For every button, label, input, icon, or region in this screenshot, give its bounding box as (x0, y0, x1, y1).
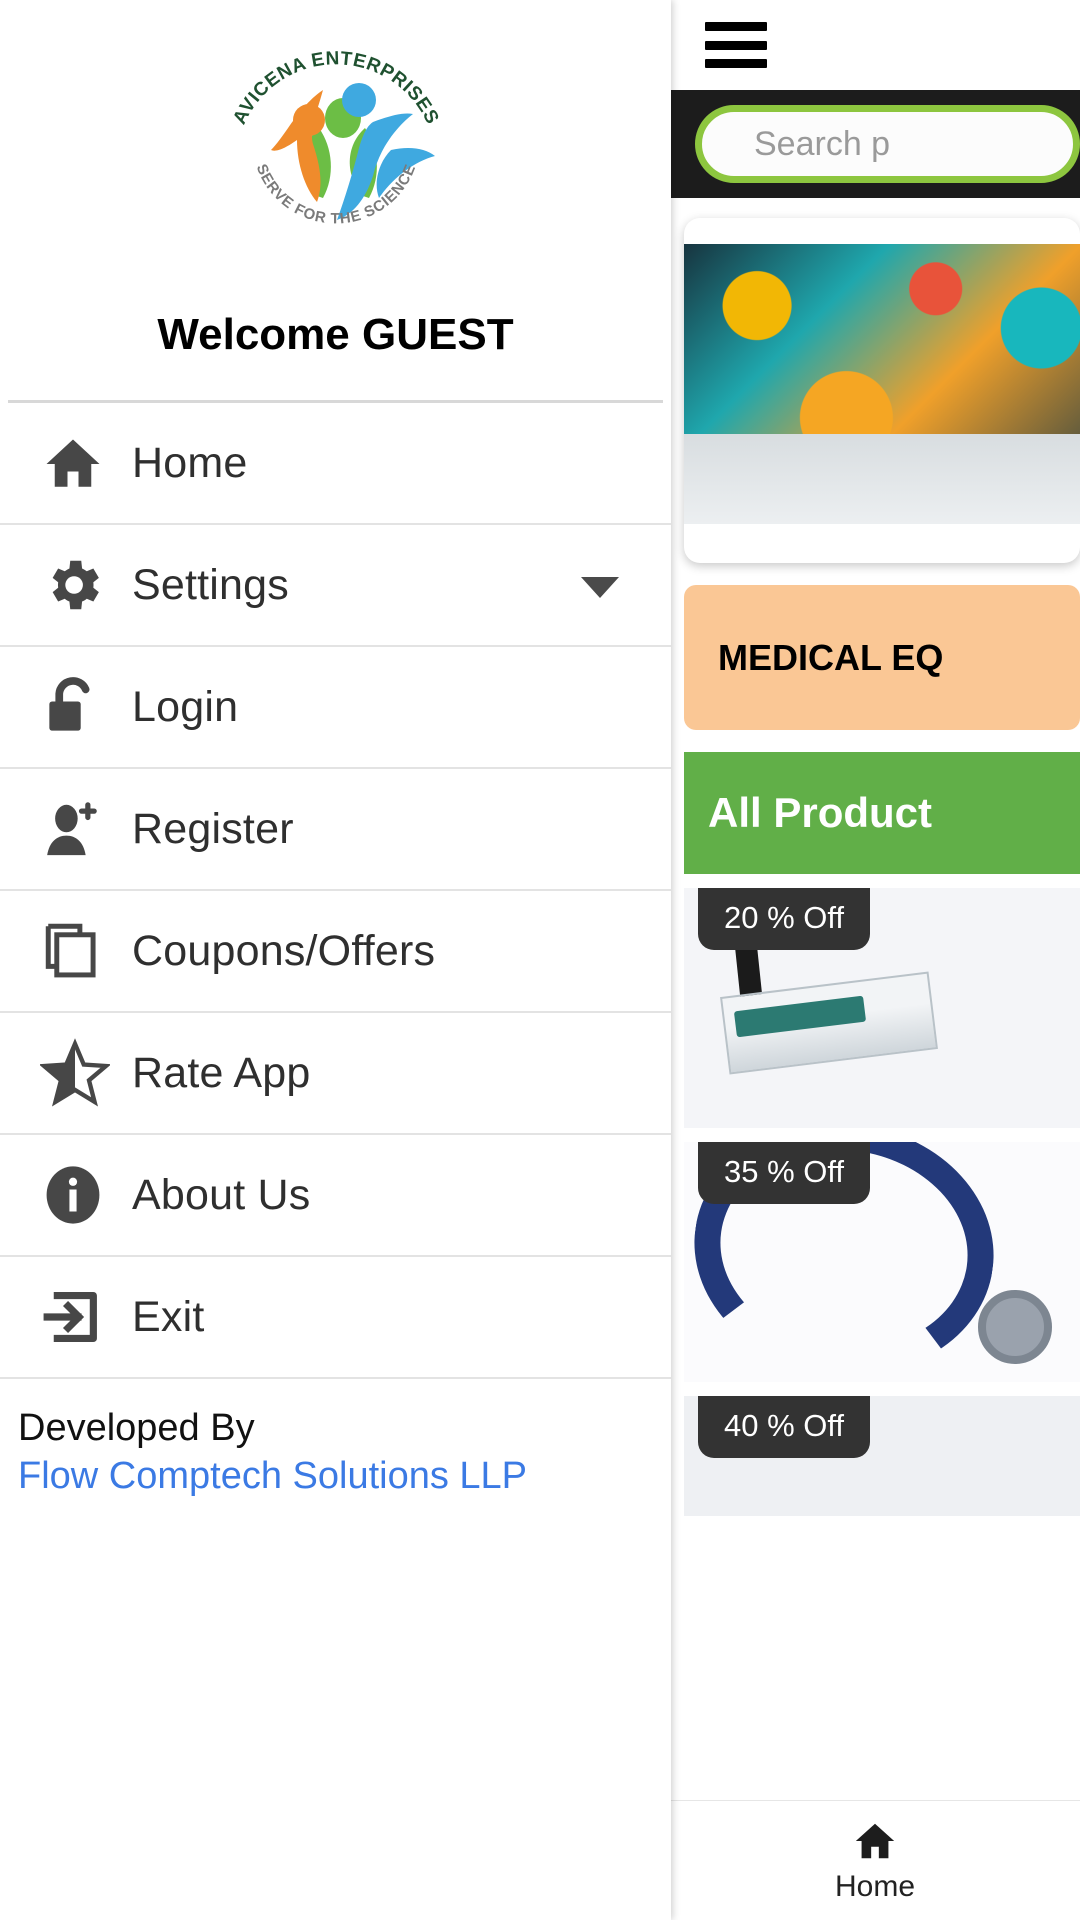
bottom-nav-item-home[interactable]: Home (835, 1818, 915, 1904)
top-bar (670, 0, 1080, 90)
sidebar-item-label: Login (132, 682, 239, 731)
welcome-greeting: Welcome GUEST (157, 310, 514, 359)
chevron-down-icon[interactable] (581, 577, 619, 598)
developer-company-link[interactable]: Flow Comptech Solutions LLP (18, 1453, 671, 1501)
sidebar-item-label: Rate App (132, 1048, 311, 1097)
sidebar-item-label: Home (132, 438, 248, 487)
product-card[interactable]: 35 % Off (684, 1142, 1080, 1382)
developed-by-label: Developed By (18, 1407, 255, 1449)
sidebar-item-login[interactable]: Login (0, 647, 671, 769)
sidebar-item-label: Coupons/Offers (132, 926, 436, 975)
bottom-navigation-bar: Home (670, 1800, 1080, 1920)
drawer-menu: Home Settings Login Register Coupons/Off… (0, 403, 671, 1379)
exit-arrow-icon (43, 1291, 97, 1343)
sidebar-item-exit[interactable]: Exit (0, 1257, 671, 1379)
app-logo: AVICENA ENTERPRISES SERVE FOR THE SCIENC… (0, 0, 671, 268)
carousel-banner-image (684, 244, 1080, 524)
navigation-drawer: AVICENA ENTERPRISES SERVE FOR THE SCIENC… (0, 0, 671, 1920)
promo-carousel-card[interactable] (684, 218, 1080, 563)
developer-credit: Developed By Flow Comptech Solutions LLP (0, 1379, 671, 1500)
sidebar-item-about-us[interactable]: About Us (0, 1135, 671, 1257)
gear-icon (52, 560, 99, 610)
medical-equipment-banner[interactable]: MEDICAL EQ (684, 585, 1080, 730)
copy-layers-icon (45, 923, 96, 978)
sidebar-item-home[interactable]: Home (0, 403, 671, 525)
sidebar-item-settings[interactable]: Settings (0, 525, 671, 647)
discount-badge: 40 % Off (698, 1396, 871, 1458)
unlock-icon (49, 677, 90, 731)
discount-badge: 35 % Off (698, 1142, 871, 1204)
home-icon (855, 1823, 895, 1858)
avicena-enterprises-logo: AVICENA ENTERPRISES SERVE FOR THE SCIENC… (229, 48, 442, 227)
person-add-icon (47, 802, 97, 856)
sidebar-item-label: Settings (132, 560, 289, 609)
home-icon (46, 439, 100, 487)
product-card[interactable]: 20 % Off (684, 888, 1080, 1128)
sidebar-item-coupons-offers[interactable]: Coupons/Offers (0, 891, 671, 1013)
half-star-icon (40, 1038, 110, 1107)
info-circle-icon (46, 1166, 100, 1224)
sidebar-item-label: Exit (132, 1292, 205, 1341)
product-card[interactable]: 40 % Off (684, 1396, 1080, 1516)
bottom-nav-label: Home (834, 1869, 916, 1903)
hamburger-menu-icon[interactable] (705, 22, 767, 68)
discount-badge: 20 % Off (698, 888, 871, 950)
sidebar-item-label: About Us (132, 1170, 311, 1219)
sidebar-item-register[interactable]: Register (0, 769, 671, 891)
sidebar-item-label: Register (132, 804, 294, 853)
app-screen: Search p MEDICAL EQ All Product 20 % Off… (0, 0, 1080, 1920)
search-input[interactable]: Search p (695, 105, 1080, 183)
app-content-panel: Search p MEDICAL EQ All Product 20 % Off… (670, 0, 1080, 1920)
all-products-header[interactable]: All Product (684, 752, 1080, 874)
search-bar: Search p (670, 90, 1080, 198)
sidebar-item-rate-app[interactable]: Rate App (0, 1013, 671, 1135)
